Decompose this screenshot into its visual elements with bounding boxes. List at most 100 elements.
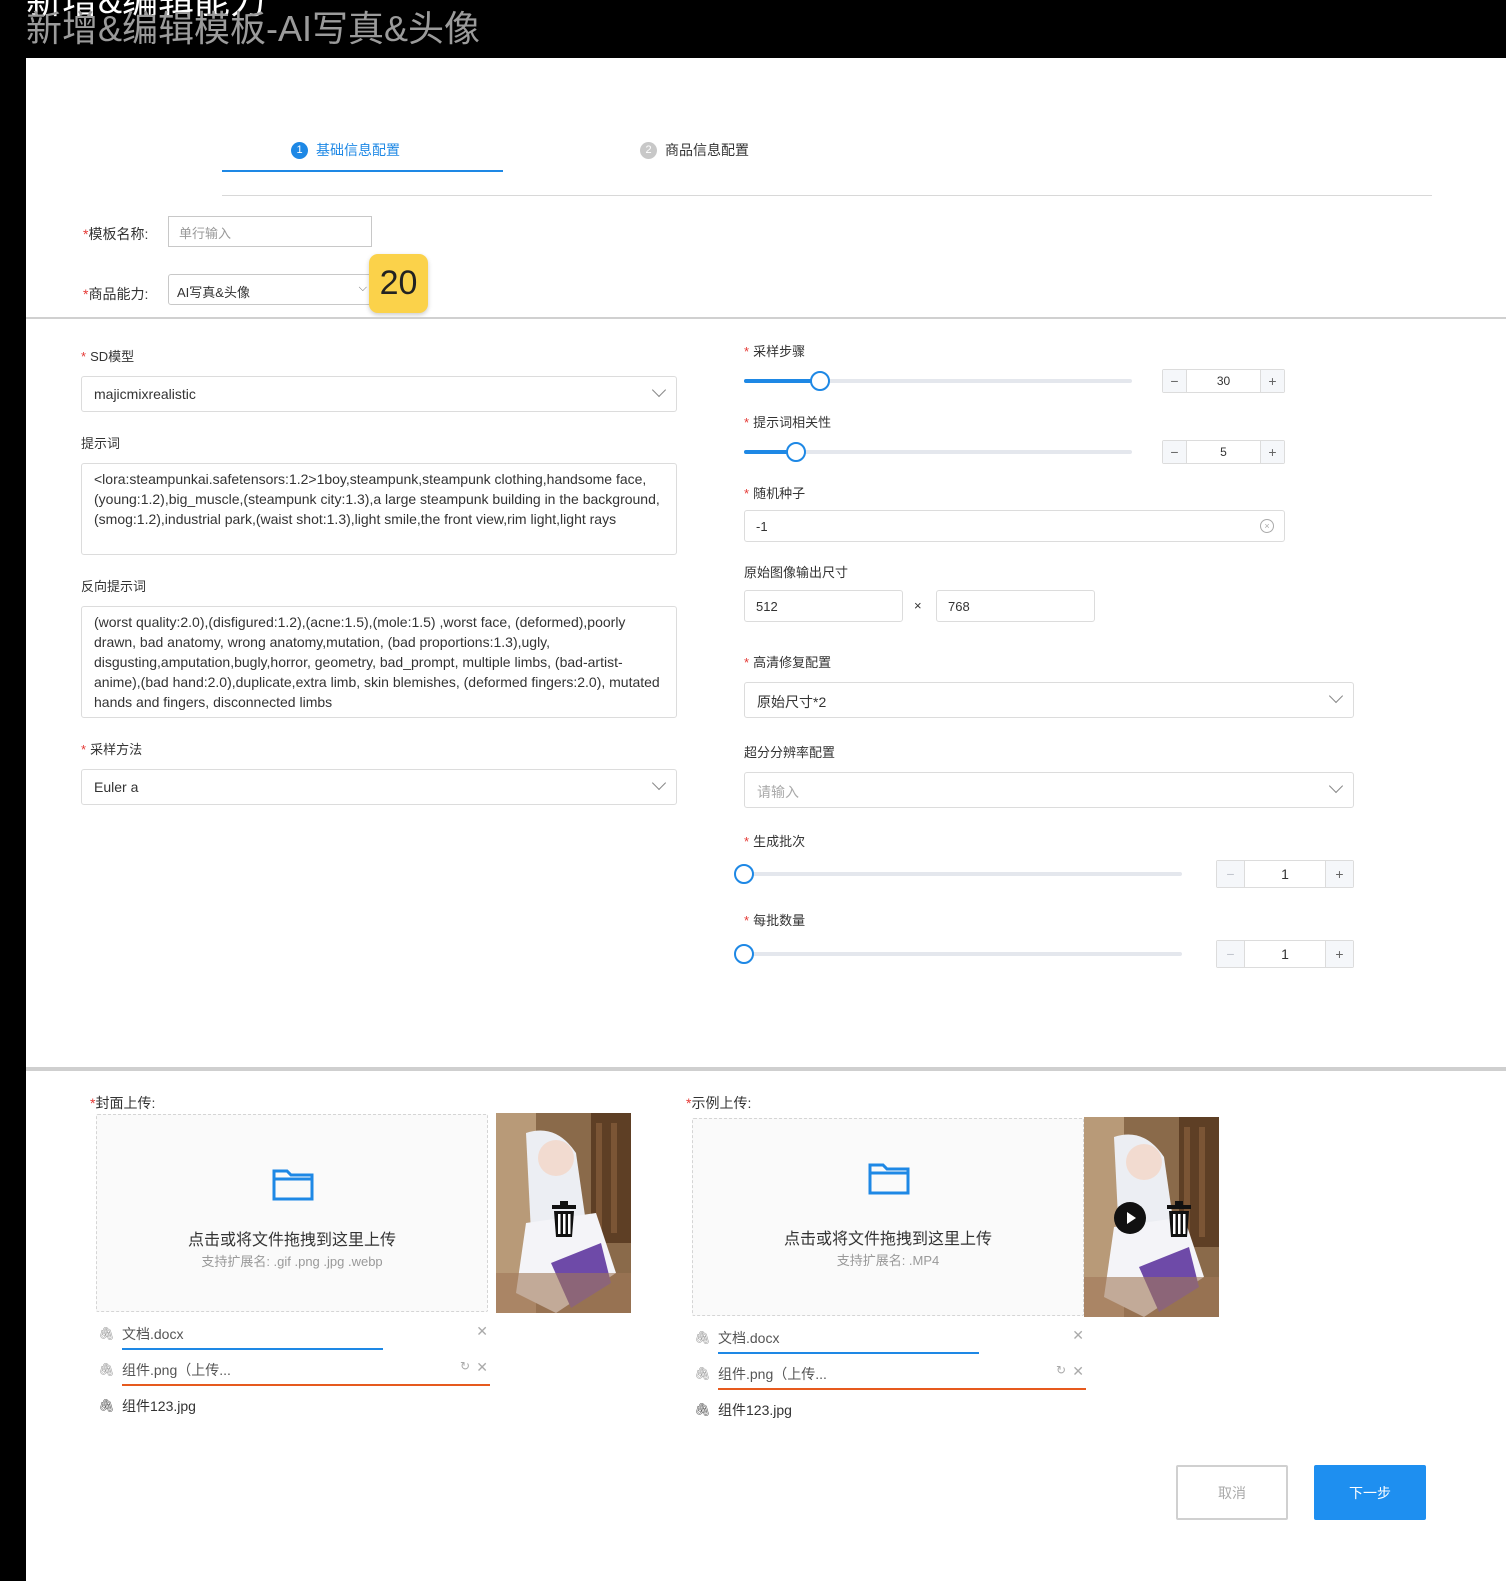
file-item[interactable]: 🖇 组件.png（上传... ↻ ✕	[98, 1356, 490, 1386]
cfg-slider[interactable]	[744, 442, 1132, 462]
output-size-label: 原始图像输出尺寸	[744, 565, 849, 580]
folder-icon	[868, 1163, 910, 1195]
trash-icon[interactable]	[552, 1201, 576, 1237]
capability-value: AI写真&头像	[177, 285, 250, 300]
dropzone-extensions: 支持扩展名: .gif .png .jpg .webp	[201, 1254, 383, 1269]
slider-track	[744, 872, 1182, 876]
increment-button[interactable]: +	[1325, 861, 1353, 887]
slider-track	[744, 952, 1182, 956]
increment-button[interactable]: +	[1260, 441, 1284, 463]
close-icon[interactable]: ✕	[476, 1323, 488, 1340]
capability-label: *商品能力:	[83, 286, 149, 302]
slider-handle[interactable]	[786, 442, 807, 462]
dropzone-title: 点击或将文件拖拽到这里上传	[783, 1231, 992, 1248]
upscale-placeholder: 请输入	[757, 784, 799, 800]
chevron-down-icon	[1328, 778, 1344, 794]
upscale-label: 超分分辨率配置	[744, 745, 836, 760]
upload-progress-bar	[718, 1352, 979, 1354]
cover-upload-label: *封面上传:	[90, 1095, 156, 1111]
upload-error-bar	[122, 1384, 490, 1386]
clear-icon[interactable]: ×	[1260, 519, 1274, 533]
stepper-value[interactable]: 1	[1245, 861, 1325, 887]
increment-button[interactable]: +	[1260, 370, 1284, 392]
paperclip-icon: 🖇	[694, 1366, 711, 1381]
slider-handle[interactable]	[809, 371, 830, 391]
cover-dropzone[interactable]: 点击或将文件拖拽到这里上传 支持扩展名: .gif .png .jpg .web…	[96, 1114, 488, 1312]
sd-model-label: * SD模型	[81, 349, 135, 364]
play-icon[interactable]	[1114, 1202, 1146, 1234]
hires-value: 原始尺寸*2	[757, 694, 827, 710]
file-item[interactable]: 🖇 文档.docx ✕	[694, 1324, 1084, 1354]
capability-select[interactable]: AI写真&头像 ⌵	[168, 274, 372, 305]
example-dropzone[interactable]: 点击或将文件拖拽到这里上传 支持扩展名: .MP4	[692, 1118, 1084, 1316]
slider-fill	[744, 379, 820, 383]
step-number: 2	[640, 141, 657, 159]
sd-model-value: majicmixrealistic	[94, 386, 196, 402]
sampling-steps-stepper: − 30 +	[1162, 369, 1285, 393]
decrement-button[interactable]: −	[1163, 441, 1187, 463]
sd-model-select[interactable]: majicmixrealistic	[81, 376, 677, 412]
hires-label: * 高清修复配置	[744, 655, 832, 670]
decrement-button[interactable]: −	[1217, 941, 1245, 967]
batch-count-label: * 生成批次	[744, 834, 806, 849]
close-icon[interactable]: ✕	[476, 1359, 488, 1376]
file-item[interactable]: 🖇 文档.docx ✕	[98, 1320, 488, 1350]
cfg-stepper: − 5 +	[1162, 440, 1285, 464]
chevron-down-icon: ⌵	[358, 282, 367, 294]
prompt-label: 提示词	[81, 436, 121, 451]
step-basic-info[interactable]: 1 基础信息配置	[291, 140, 400, 160]
seed-input[interactable]: -1 ×	[744, 510, 1285, 542]
chevron-down-icon	[1328, 688, 1344, 704]
cover-thumbnail[interactable]	[496, 1113, 631, 1313]
step-product-info[interactable]: 2 商品信息配置	[640, 140, 749, 160]
retry-icon[interactable]: ↻	[460, 1359, 470, 1373]
height-input[interactable]: 768	[936, 590, 1095, 622]
sampler-label: * 采样方法	[81, 742, 143, 757]
upload-progress-bar	[122, 1348, 383, 1350]
sampler-select[interactable]: Euler a	[81, 769, 677, 805]
file-item[interactable]: 🖇 组件123.jpg	[694, 1396, 1084, 1426]
upscale-select[interactable]: 请输入	[744, 772, 1354, 808]
batch-count-slider[interactable]	[734, 864, 1182, 884]
seed-value: -1	[756, 519, 768, 534]
file-name: 文档.docx	[122, 1326, 184, 1342]
paperclip-icon: 🖇	[98, 1398, 115, 1413]
stepper-value[interactable]: 5	[1187, 441, 1260, 463]
page-content: 1 基础信息配置 2 商品信息配置 *模板名称: 单行输入 *商品能力: AI写…	[26, 58, 1506, 1581]
divider	[26, 1067, 1506, 1071]
file-item[interactable]: 🖇 组件123.jpg	[98, 1392, 488, 1422]
slider-handle[interactable]	[734, 944, 754, 964]
batch-size-label: * 每批数量	[744, 913, 806, 928]
slider-handle[interactable]	[734, 864, 754, 884]
paperclip-icon: 🖇	[694, 1330, 711, 1345]
close-icon[interactable]: ✕	[1072, 1327, 1084, 1344]
increment-button[interactable]: +	[1325, 941, 1353, 967]
upload-error-bar	[718, 1388, 1086, 1390]
stepper-value[interactable]: 30	[1187, 370, 1260, 392]
window-title: 新增&编辑模板-AI写真&头像	[26, 8, 481, 49]
cfg-label: * 提示词相关性	[744, 415, 832, 430]
next-step-button[interactable]: 下一步	[1314, 1465, 1426, 1520]
prompt-textarea[interactable]: <lora:steampunkai.safetensors:1.2>1boy,s…	[81, 463, 677, 555]
file-name: 文档.docx	[718, 1330, 780, 1346]
decrement-button[interactable]: −	[1163, 370, 1187, 392]
example-thumbnail[interactable]	[1084, 1117, 1219, 1317]
hires-select[interactable]: 原始尺寸*2	[744, 682, 1354, 718]
trash-icon[interactable]	[1167, 1201, 1191, 1237]
stepper-value[interactable]: 1	[1245, 941, 1325, 967]
paperclip-icon: 🖇	[98, 1326, 115, 1341]
negative-prompt-textarea[interactable]: (worst quality:2.0),(disfigured:1.2),(ac…	[81, 606, 677, 718]
dropzone-title: 点击或将文件拖拽到这里上传	[187, 1232, 396, 1249]
sampling-steps-label: * 采样步骤	[744, 344, 806, 359]
batch-size-slider[interactable]	[734, 944, 1182, 964]
cancel-button[interactable]: 取消	[1176, 1465, 1288, 1520]
active-step-underline	[222, 170, 503, 172]
template-name-input[interactable]: 单行输入	[168, 216, 372, 247]
step-label: 商品信息配置	[665, 142, 749, 158]
decrement-button[interactable]: −	[1217, 861, 1245, 887]
file-item[interactable]: 🖇 组件.png（上传... ↻ ✕	[694, 1360, 1086, 1390]
sampling-steps-slider[interactable]	[744, 371, 1132, 391]
retry-icon[interactable]: ↻	[1056, 1363, 1066, 1377]
close-icon[interactable]: ✕	[1072, 1363, 1084, 1380]
width-input[interactable]: 512	[744, 590, 903, 622]
